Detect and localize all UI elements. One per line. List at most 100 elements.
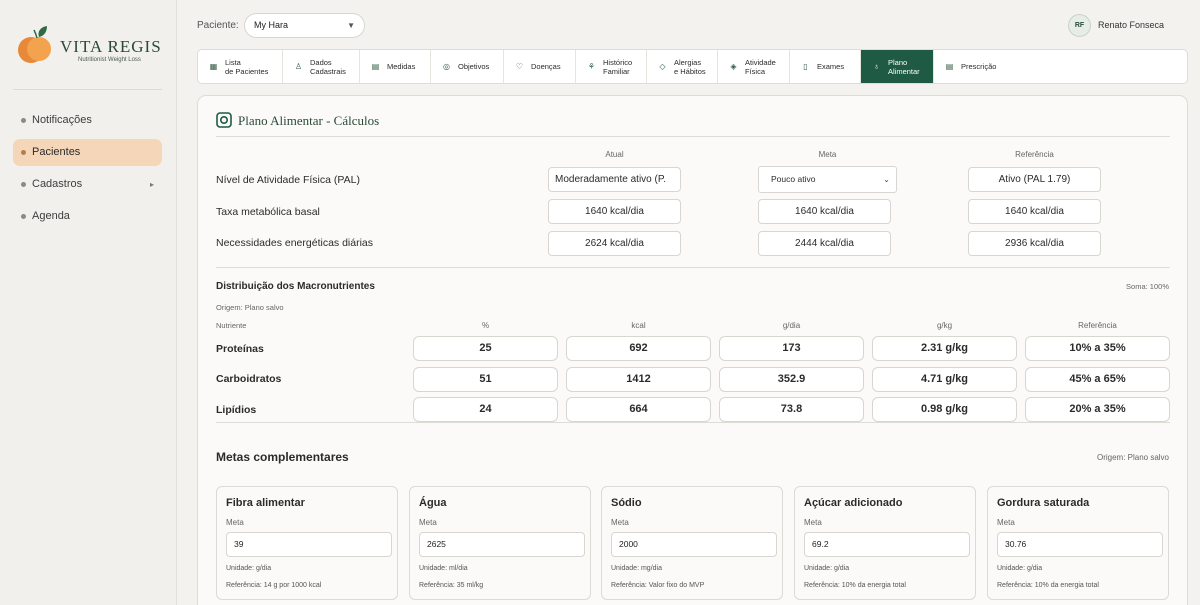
goal-unit: Unidade: g/dia xyxy=(997,565,1043,572)
sidebar-divider xyxy=(13,89,162,90)
pal-label: Nível de Atividade Física (PAL) xyxy=(216,174,360,186)
user-name: Renato Fonseca xyxy=(1098,20,1165,30)
goal-input[interactable]: 69.2 xyxy=(804,532,970,557)
goal-unit: Unidade: g/dia xyxy=(804,565,850,572)
chevron-right-icon: ▸ xyxy=(149,180,154,189)
patient-tabs: ▦ Lista de Pacientes ♙ Dados Cadastrais ▤ … xyxy=(197,49,1188,84)
sidebar: VITA REGIS Nutritionist Weight Loss Noti… xyxy=(0,0,177,605)
bmr-reference-field: 1640 kcal/dia xyxy=(968,199,1101,224)
brand-title: VITA REGIS xyxy=(60,37,162,56)
sidebar-item-agenda[interactable]: Agenda xyxy=(13,203,162,230)
tab-label: Histórico xyxy=(603,57,633,67)
peach-logo-icon xyxy=(18,26,51,63)
pal-reference-field: Ativo (PAL 1.79) xyxy=(968,167,1101,192)
macro-pct-input[interactable]: 51 xyxy=(413,367,558,392)
energy-goal-field: 2444 kcal/dia xyxy=(758,231,891,256)
patient-select[interactable]: My Hara ▼ xyxy=(244,13,365,38)
target-icon: ◎ xyxy=(443,62,450,71)
goal-meta-label: Meta xyxy=(804,518,822,527)
sidebar-item-notificacoes[interactable]: Notificações xyxy=(13,107,162,134)
bmr-goal-field: 1640 kcal/dia xyxy=(758,199,891,224)
brand-subtitle: Nutritionist Weight Loss xyxy=(78,57,141,63)
sidebar-item-label: Notificações xyxy=(32,114,92,126)
sidebar-nav: Notificações Pacientes Cadastros ▸ Agend… xyxy=(13,107,162,235)
macro-pct-input[interactable]: 25 xyxy=(413,336,558,361)
goal-reference: Referência: Valor fixo do MVP xyxy=(611,582,705,589)
goal-input[interactable]: 2625 xyxy=(419,532,585,557)
tab-label: Familiar xyxy=(603,66,630,76)
macro-kcal: 1412 xyxy=(566,367,711,392)
goal-input[interactable]: 30.76 xyxy=(997,532,1163,557)
tab-prescricao[interactable]: ▤ Prescrição xyxy=(934,50,1014,83)
grid-icon: ▦ xyxy=(209,62,218,71)
pal-current-field[interactable]: Moderadamente ativo (P. xyxy=(548,167,681,192)
tab-label: Física xyxy=(745,66,766,76)
tab-historico-familiar[interactable]: ⚘ Histórico Familiar xyxy=(576,50,647,83)
goal-reference: Referência: 10% da energia total xyxy=(997,582,1099,589)
tab-dados-cadastrais[interactable]: ♙ Dados Cadastrais xyxy=(283,50,360,83)
tab-label: Medidas xyxy=(387,62,416,71)
divider xyxy=(216,422,1170,423)
test-tube-icon: ▯ xyxy=(803,62,808,71)
chevron-down-icon: ⌄ xyxy=(883,175,890,184)
tab-medidas[interactable]: ▤ Medidas xyxy=(360,50,431,83)
tab-label: Alimentar xyxy=(888,66,920,76)
tab-plano-alimentar[interactable]: ♁ Plano Alimentar xyxy=(861,50,934,83)
brand-logo[interactable]: VITA REGIS Nutritionist Weight Loss xyxy=(17,24,167,68)
goals-origin: Origem: Plano salvo xyxy=(1096,453,1169,462)
plan-title: Plano Alimentar - Cálculos xyxy=(238,113,380,128)
tab-label: Plano xyxy=(888,57,908,67)
goal-input[interactable]: 2000 xyxy=(611,532,777,557)
col-header-ref: Referência xyxy=(1078,321,1117,330)
col-header-pct: % xyxy=(481,321,490,330)
energy-label: Necessidades energéticas diárias xyxy=(216,237,374,249)
heart-icon: ♡ xyxy=(515,62,524,71)
sidebar-item-cadastros[interactable]: Cadastros ▸ xyxy=(13,171,162,198)
sidebar-item-pacientes[interactable]: Pacientes xyxy=(13,139,162,166)
energy-current-field: 2624 kcal/dia xyxy=(548,231,681,256)
col-header-gday: g/dia xyxy=(782,321,801,330)
macros-origin: Origem: Plano salvo xyxy=(216,303,284,312)
pal-goal-value: Pouco ativo xyxy=(771,174,816,184)
user-menu[interactable]: RF Renato Fonseca xyxy=(1068,14,1188,38)
goals-title: Metas complementares xyxy=(216,450,349,464)
goal-meta-label: Meta xyxy=(997,518,1015,527)
tab-label: Prescrição xyxy=(961,62,997,71)
col-header-nutriente: Nutriente xyxy=(216,321,247,330)
tab-objetivos[interactable]: ◎ Objetivos xyxy=(431,50,504,83)
macro-pct-input[interactable]: 24 xyxy=(413,397,558,422)
activity-icon: ◈ xyxy=(730,62,737,71)
goal-card-agua: Água Meta 2625 Unidade: ml/dia Referênci… xyxy=(409,486,591,600)
goal-unit: Unidade: ml/dia xyxy=(419,565,468,572)
macro-name: Proteínas xyxy=(216,343,264,355)
person-icon: ♙ xyxy=(294,62,303,71)
tab-label: Cadastrais xyxy=(310,66,346,76)
macro-kcal: 664 xyxy=(566,397,711,422)
col-header-gkg: g/kg xyxy=(936,321,953,330)
tab-alergias-habitos[interactable]: ◇ Alergias e Hábitos xyxy=(647,50,718,83)
macro-name: Carboidratos xyxy=(216,373,282,385)
goal-title: Açúcar adicionado xyxy=(804,497,903,509)
ruler-icon: ▤ xyxy=(371,62,380,71)
tab-label: e Hábitos xyxy=(674,66,706,76)
goal-title: Gordura saturada xyxy=(997,497,1090,509)
food-plan-icon: ♁ xyxy=(873,62,880,71)
pal-goal-select[interactable]: Pouco ativo ⌄ xyxy=(758,166,897,193)
goal-unit: Unidade: g/dia xyxy=(226,565,272,572)
macro-ref: 20% a 35% xyxy=(1025,397,1170,422)
tab-doencas[interactable]: ♡ Doenças xyxy=(504,50,576,83)
col-header-meta: Meta xyxy=(818,150,837,159)
prescription-icon: ▤ xyxy=(945,62,954,71)
tab-exames[interactable]: ▯ Exames xyxy=(790,50,861,83)
goal-reference: Referência: 35 ml/kg xyxy=(419,582,484,589)
goal-reference: Referência: 14 g por 1000 kcal xyxy=(226,582,322,589)
macro-kcal: 692 xyxy=(566,336,711,361)
tab-atividade-fisica[interactable]: ◈ Atividade Física xyxy=(718,50,790,83)
tab-label: Doenças xyxy=(531,62,561,71)
macros-sum: Soma: 100% xyxy=(1126,282,1169,291)
col-header-kcal: kcal xyxy=(631,321,646,330)
tab-lista-pacientes[interactable]: ▦ Lista de Pacientes xyxy=(198,50,283,83)
tab-label: Lista xyxy=(225,57,241,67)
goal-title: Água xyxy=(419,497,447,509)
goal-input[interactable]: 39 xyxy=(226,532,392,557)
